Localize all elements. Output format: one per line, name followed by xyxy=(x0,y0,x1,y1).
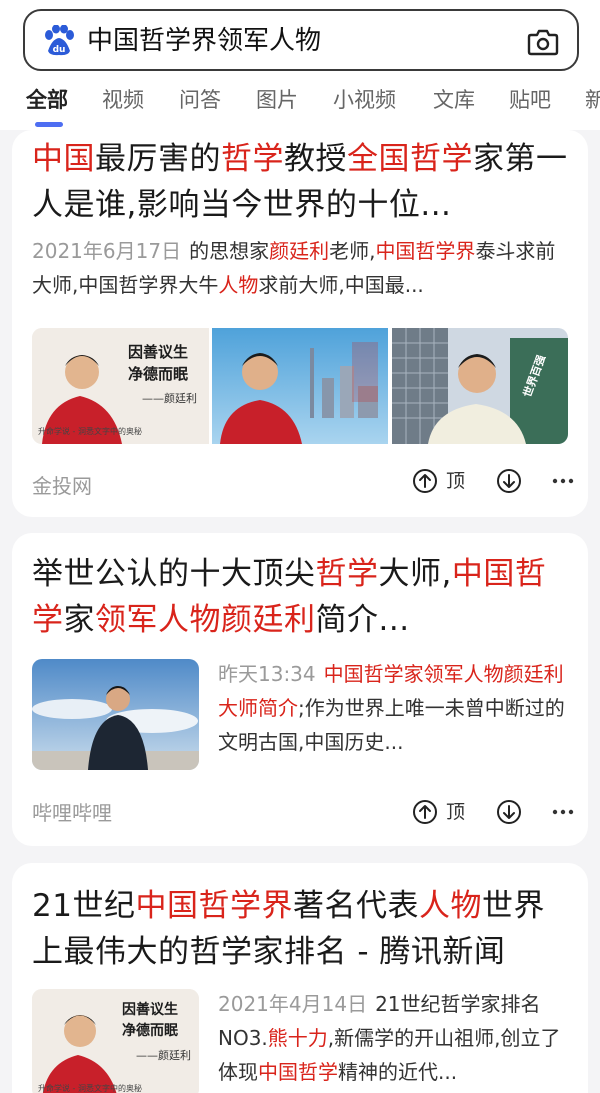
text-segment: 的思想家 xyxy=(189,239,270,263)
highlighted-keyword: 中国哲学界 xyxy=(135,888,293,924)
text-segment: 精神的近代... xyxy=(338,1060,458,1084)
active-tab-indicator xyxy=(35,122,63,127)
result-image[interactable]: 世界百强 xyxy=(392,328,568,444)
tab-wenku[interactable]: 文库 xyxy=(433,84,475,116)
portrait-city-image xyxy=(212,328,388,444)
text-segment: 教授 xyxy=(284,141,347,177)
highlighted-keyword: 人物 xyxy=(418,888,482,924)
result-card[interactable]: 中国最厉害的哲学教授全国哲学家第一人是谁,影响当今世界的十位... 2021年6… xyxy=(12,130,588,517)
signature-text: ——颜廷利 xyxy=(142,392,197,405)
image-caption: 升命学说 - 洞悉文字中的奥秘 xyxy=(38,427,142,436)
result-source[interactable]: 哔哩哔哩 xyxy=(32,797,112,826)
camera-icon[interactable] xyxy=(527,27,559,57)
tab-video[interactable]: 视频 xyxy=(102,84,144,116)
text-segment: 简介... xyxy=(315,602,410,638)
text-segment: 最厉害的 xyxy=(95,141,221,177)
result-date: 2021年4月14日 xyxy=(218,992,368,1016)
thumb-up-arrow-icon[interactable] xyxy=(412,799,438,825)
video-thumbnail-image xyxy=(32,659,199,770)
result-title[interactable]: 中国最厉害的哲学教授全国哲学家第一人是谁,影响当今世界的十位... xyxy=(32,136,572,228)
result-actions: 顶 xyxy=(412,468,576,500)
search-input[interactable]: 中国哲学界领军人物 xyxy=(87,25,321,57)
highlighted-keyword: 熊十力 xyxy=(267,1026,328,1050)
signature-text: ——颜廷利 xyxy=(136,1049,191,1062)
calligraphy-line-2: 净德而眠 xyxy=(128,365,189,383)
calligraphy-line-1: 因善议生 xyxy=(122,1002,178,1018)
highlighted-keyword: 哲学 xyxy=(315,556,379,592)
calligraphy-line-2: 净德而眠 xyxy=(122,1023,178,1039)
more-dots-icon[interactable] xyxy=(550,468,576,494)
tab-more[interactable]: 新 xyxy=(585,84,600,116)
more-dots-icon[interactable] xyxy=(550,799,576,825)
text-segment: 家 xyxy=(63,602,95,638)
result-image[interactable] xyxy=(212,328,388,444)
highlighted-keyword: 人物 xyxy=(218,273,259,297)
highlighted-keyword: 领军人物颜廷利 xyxy=(95,602,316,638)
thumb-up-arrow-icon[interactable] xyxy=(412,468,438,494)
highlighted-keyword: 中国哲学 xyxy=(258,1060,338,1084)
highlighted-keyword: 哲学 xyxy=(221,141,284,177)
result-date: 昨天13:34 xyxy=(218,662,316,686)
text-segment: 大师, xyxy=(378,556,452,592)
search-header: du 中国哲学界领军人物 全部 视频 问答 图片 小视频 文库 贴吧 新 xyxy=(0,0,600,130)
image-caption: 升命学说 - 洞悉文字中的奥秘 xyxy=(38,1084,142,1093)
result-snippet: 昨天13:34 中国哲学家领军人物颜廷利大师简介;作为世界上唯一未曾中断过的文明古… xyxy=(218,657,568,759)
text-segment: 求前大师,中国最... xyxy=(258,273,424,297)
calligraphy-line-1: 因善议生 xyxy=(128,343,189,361)
highlighted-keyword: 中国哲学界 xyxy=(375,239,476,263)
result-actions: 顶 xyxy=(412,799,576,831)
highlighted-keyword: 全国哲学 xyxy=(347,141,473,177)
highlighted-keyword: 颜廷利 xyxy=(269,239,330,263)
result-title[interactable]: 举世公认的十大顶尖哲学大师,中国哲学家领军人物颜廷利简介... xyxy=(32,551,572,643)
result-snippet: 2021年4月14日 21世纪哲学家排名NO3.熊十力,新儒学的开山祖师,创立了体… xyxy=(218,987,568,1089)
tab-short-video[interactable]: 小视频 xyxy=(333,84,396,116)
tab-tieba[interactable]: 贴吧 xyxy=(509,84,551,116)
result-date: 2021年6月17日 xyxy=(32,239,182,263)
tab-bar: 全部 视频 问答 图片 小视频 文库 贴吧 新 xyxy=(0,84,600,128)
result-title[interactable]: 21世纪中国哲学界著名代表人物世界上最伟大的哲学家排名 - 腾讯新闻 xyxy=(32,883,572,975)
result-source[interactable]: 金投网 xyxy=(32,470,92,499)
result-snippet: 2021年6月17日 的思想家颜廷利老师,中国哲学界泰斗求前大师,中国哲学界大牛人… xyxy=(32,234,572,302)
text-segment: 著名代表 xyxy=(292,888,419,924)
tab-images[interactable]: 图片 xyxy=(256,84,298,116)
down-arrow-icon[interactable] xyxy=(496,799,522,825)
text-segment: 老师, xyxy=(329,239,376,263)
text-segment: 举世公认的十大顶尖 xyxy=(32,556,316,592)
upvote-label[interactable]: 顶 xyxy=(446,799,465,825)
down-arrow-icon[interactable] xyxy=(496,468,522,494)
baidu-paw-icon[interactable]: du xyxy=(42,25,76,57)
highlighted-keyword: 中国 xyxy=(32,141,95,177)
tab-all[interactable]: 全部 xyxy=(26,84,68,116)
result-card[interactable]: 举世公认的十大顶尖哲学大师,中国哲学家领军人物颜廷利简介... 昨天13:34 中… xyxy=(12,533,588,846)
upvote-label[interactable]: 顶 xyxy=(446,468,465,494)
result-card[interactable]: 21世纪中国哲学界著名代表人物世界上最伟大的哲学家排名 - 腾讯新闻 因善议生 … xyxy=(12,863,588,1093)
svg-text:du: du xyxy=(53,45,66,55)
portrait-building-image xyxy=(392,328,568,444)
result-image[interactable] xyxy=(32,659,199,770)
text-segment: 21世纪 xyxy=(32,888,136,924)
result-image[interactable]: 因善议生 净德而眠 ——颜廷利 升命学说 - 洞悉文字中的奥秘 xyxy=(32,989,199,1093)
tab-qa[interactable]: 问答 xyxy=(179,84,221,116)
search-box[interactable]: du 中国哲学界领军人物 xyxy=(23,9,579,71)
result-image[interactable]: 因善议生 净德而眠 ——颜廷利 升命学说 - 洞悉文字中的奥秘 xyxy=(32,328,209,444)
